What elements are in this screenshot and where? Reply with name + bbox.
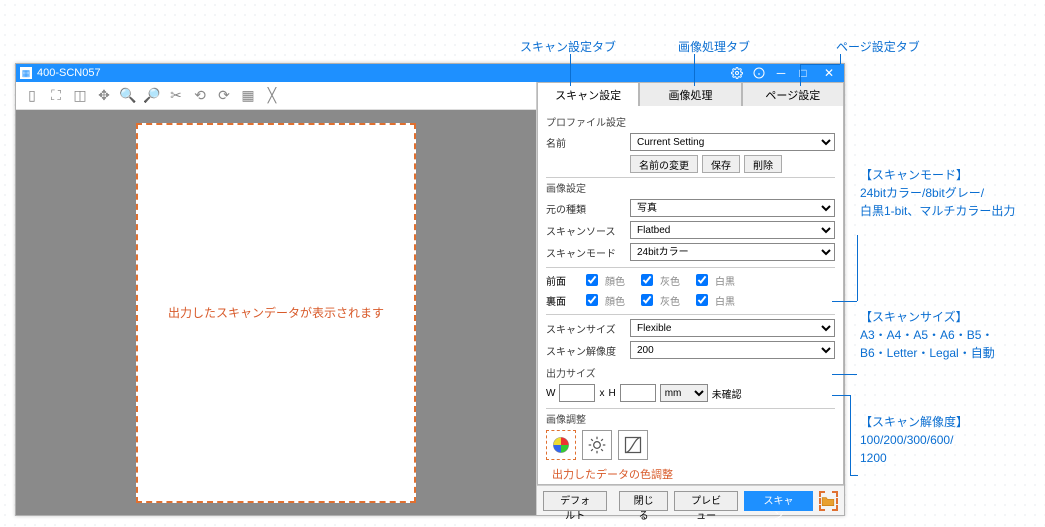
front-color-check[interactable]	[586, 274, 598, 286]
zoom-out-icon[interactable]: 🔎	[142, 86, 162, 106]
group-profile: プロファイル設定	[546, 114, 835, 129]
label-resolution: スキャン解像度	[546, 343, 624, 358]
label-source-type: 元の種類	[546, 201, 624, 216]
label-color-1: 顔色	[605, 273, 633, 288]
move-icon[interactable]: ✥	[94, 86, 114, 106]
label-h: H	[608, 388, 615, 399]
open-folder-icon[interactable]	[819, 491, 838, 511]
callout-image-tab: 画像処理タブ	[678, 40, 750, 54]
callout-page-tab: ページ設定タブ	[836, 40, 920, 54]
label-scan-source: スキャンソース	[546, 223, 624, 238]
scan-mode-select[interactable]: 24bitカラー	[630, 243, 835, 261]
preview-canvas[interactable]: 出力したスキャンデータが表示されます	[136, 123, 416, 503]
toolbar: ▯ ⛶ ◫ ✥ 🔍 🔎 ✂ ⟲ ⟳ ▦ ╳	[16, 82, 536, 110]
label-profile-name: 名前	[546, 135, 624, 150]
select-region-icon[interactable]: ⛶	[46, 86, 66, 106]
color-wheel-icon[interactable]	[546, 430, 576, 460]
group-image-settings: 画像設定	[546, 180, 835, 195]
title-bar: ▦ 400-SCN057 ─ □ ✕	[16, 64, 844, 82]
preview-placeholder-text: 出力したスキャンデータが表示されます	[168, 304, 384, 321]
tab-image-processing[interactable]: 画像処理	[639, 82, 741, 106]
preview-area: 出力したスキャンデータが表示されます	[16, 110, 536, 515]
resolution-select[interactable]: 200	[630, 341, 835, 359]
settings-icon[interactable]	[726, 65, 748, 81]
default-button[interactable]: デフォルト	[543, 491, 607, 511]
brightness-icon[interactable]	[582, 430, 612, 460]
page-icon[interactable]: ▯	[22, 86, 42, 106]
grid-icon[interactable]: ▦	[238, 86, 258, 106]
marquee-icon[interactable]: ◫	[70, 86, 90, 106]
label-bw-1: 白黒	[715, 273, 743, 288]
rotate-right-icon[interactable]: ⟳	[214, 86, 234, 106]
label-scan-mode: スキャンモード	[546, 245, 624, 260]
tab-scan-settings[interactable]: スキャン設定	[537, 82, 639, 106]
right-pane: スキャン設定 画像処理 ページ設定 プロファイル設定 名前 Current Se…	[536, 82, 844, 515]
tab-page-settings[interactable]: ページ設定	[742, 82, 844, 106]
rotate-left-icon[interactable]: ⟲	[190, 86, 210, 106]
label-back: 裏面	[546, 293, 578, 308]
zoom-in-icon[interactable]: 🔍	[118, 86, 138, 106]
app-icon: ▦	[20, 67, 32, 79]
height-input[interactable]	[620, 384, 656, 402]
label-gray-1: 灰色	[660, 273, 688, 288]
delete-button[interactable]: 削除	[744, 155, 782, 173]
anno-resolution: 【スキャン解像度】 100/200/300/600/ 1200	[860, 413, 968, 467]
scan-source-select[interactable]: Flatbed	[630, 221, 835, 239]
save-button[interactable]: 保存	[702, 155, 740, 173]
settings-panel: プロファイル設定 名前 Current Setting 名前の変更 保存 削除 …	[537, 106, 844, 485]
close-button[interactable]: 閉じる	[619, 491, 668, 511]
group-output-size: 出力サイズ	[546, 365, 835, 380]
close-icon[interactable]: ✕	[818, 65, 840, 81]
scan-button[interactable]: スキャン	[744, 491, 813, 511]
label-color-2: 顔色	[605, 293, 633, 308]
cut-icon[interactable]: ✂	[166, 86, 186, 106]
window-title: 400-SCN057	[37, 67, 101, 79]
front-bw-check[interactable]	[696, 274, 708, 286]
label-w: W	[546, 388, 555, 399]
back-bw-check[interactable]	[696, 294, 708, 306]
anno-scan-size: 【スキャンサイズ】 A3・A4・A5・A6・B5・ B6・Letter・Lega…	[860, 308, 995, 362]
bottom-bar: デフォルト 閉じる プレビュー スキャン	[537, 485, 844, 515]
maximize-icon[interactable]: □	[792, 65, 814, 81]
front-gray-check[interactable]	[641, 274, 653, 286]
curve-icon[interactable]	[618, 430, 648, 460]
anno-scan-mode: 【スキャンモード】 24bitカラー/8bitグレー/ 白黒1-bit、マルチカ…	[860, 166, 1015, 220]
label-gray-2: 灰色	[660, 293, 688, 308]
preview-button[interactable]: プレビュー	[674, 491, 738, 511]
minimize-icon[interactable]: ─	[770, 65, 792, 81]
width-input[interactable]	[559, 384, 595, 402]
scan-size-select[interactable]: Flexible	[630, 319, 835, 337]
clear-selection-icon[interactable]: ╳	[262, 86, 282, 106]
label-scan-size: スキャンサイズ	[546, 321, 624, 336]
label-bw-2: 白黒	[715, 293, 743, 308]
profile-name-select[interactable]: Current Setting	[630, 133, 835, 151]
back-color-check[interactable]	[586, 294, 598, 306]
callout-scan-tab: スキャン設定タブ	[520, 40, 616, 54]
label-x: x	[599, 388, 604, 399]
color-adjust-note: 出力したデータの色調整	[552, 466, 835, 482]
back-gray-check[interactable]	[641, 294, 653, 306]
label-front: 前面	[546, 273, 578, 288]
unit-select[interactable]: mm	[660, 384, 708, 402]
rename-button[interactable]: 名前の変更	[630, 155, 698, 173]
app-window: ▦ 400-SCN057 ─ □ ✕ ▯ ⛶ ◫ ✥ 🔍 🔎 ✂ ⟲ ⟳ ▦	[15, 63, 845, 516]
group-image-adjust: 画像調整	[546, 411, 835, 426]
label-unverified: 未確認	[712, 386, 742, 401]
info-icon[interactable]	[748, 65, 770, 81]
left-pane: ▯ ⛶ ◫ ✥ 🔍 🔎 ✂ ⟲ ⟳ ▦ ╳ 出力したスキャンデータが表示されます	[16, 82, 536, 515]
source-type-select[interactable]: 写真	[630, 199, 835, 217]
